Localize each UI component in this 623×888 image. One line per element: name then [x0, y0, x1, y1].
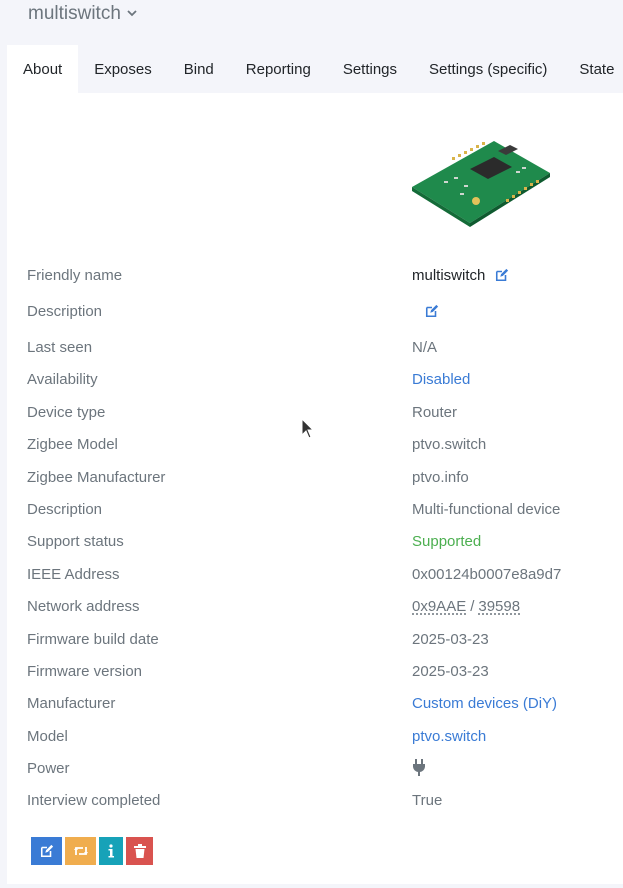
row-description: Description Multi-functional device [7, 497, 623, 521]
edit-icon [40, 844, 53, 858]
zigbee-model-label: Zigbee Model [27, 435, 118, 453]
row-power: Power [7, 756, 623, 780]
tab-exposes[interactable]: Exposes [78, 45, 168, 93]
zigbee-manufacturer-value: ptvo.info [412, 468, 469, 486]
device-selector[interactable]: multiswitch [28, 3, 137, 25]
device-image [412, 141, 550, 227]
tab-bar: About Exposes Bind Reporting Settings Se… [7, 45, 623, 93]
model-label: Model [27, 727, 68, 745]
row-friendly-name: Friendly name multiswitch [7, 263, 623, 287]
interview-completed-label: Interview completed [27, 791, 161, 809]
network-address-dec: 39598 [478, 597, 521, 615]
edit-icon[interactable] [495, 268, 509, 282]
manufacturer-link[interactable]: Custom devices (DiY) [412, 695, 557, 712]
row-availability: Availability Disabled [7, 367, 623, 391]
tab-bind[interactable]: Bind [168, 45, 230, 93]
last-seen-label: Last seen [27, 338, 93, 356]
reconfigure-button[interactable] [65, 837, 96, 865]
interview-completed-value: True [412, 791, 443, 809]
trash-icon [133, 844, 146, 858]
edit-icon[interactable] [425, 304, 439, 318]
chevron-down-icon [127, 8, 137, 20]
availability-link[interactable]: Disabled [412, 371, 470, 388]
row-interview-completed: Interview completed True [7, 788, 623, 812]
rename-button[interactable] [31, 837, 62, 865]
row-network-address: Network address 0x9AAE / 39598 [7, 594, 623, 618]
friendly-name-label: Friendly name [27, 266, 123, 284]
action-buttons [31, 837, 153, 865]
firmware-version-label: Firmware version [27, 662, 143, 680]
retweet-icon [73, 847, 88, 855]
ieee-address-label: IEEE Address [27, 565, 120, 583]
model-link[interactable]: ptvo.switch [412, 728, 486, 745]
description-label: Description [27, 302, 103, 320]
row-support-status: Support status Supported [7, 529, 623, 553]
support-status-link[interactable]: Supported [412, 533, 481, 550]
row-manufacturer: Manufacturer Custom devices (DiY) [7, 691, 623, 715]
manufacturer-label: Manufacturer [27, 694, 116, 712]
firmware-version-value: 2025-03-23 [412, 662, 489, 680]
tab-settings[interactable]: Settings [327, 45, 413, 93]
tab-about[interactable]: About [7, 45, 79, 93]
zigbee-manufacturer-label: Zigbee Manufacturer [27, 468, 166, 486]
row-last-seen: Last seen N/A [7, 335, 623, 359]
firmware-build-date-value: 2025-03-23 [412, 630, 489, 648]
device-type-label: Device type [27, 403, 106, 421]
device-type-value: Router [412, 403, 458, 421]
row-zigbee-manufacturer: Zigbee Manufacturer ptvo.info [7, 465, 623, 489]
row-zigbee-model: Zigbee Model ptvo.switch [7, 432, 623, 456]
zigbee-model-value: ptvo.switch [412, 435, 487, 453]
row-ieee-address: IEEE Address 0x00124b0007e8a9d7 [7, 562, 623, 586]
support-status-label: Support status [27, 532, 124, 550]
row-device-type: Device type Router [7, 400, 623, 424]
row-firmware-build-date: Firmware build date 2025-03-23 [7, 627, 623, 651]
power-label: Power [27, 759, 70, 777]
friendly-name-value: multiswitch [412, 266, 486, 284]
tab-reporting[interactable]: Reporting [230, 45, 327, 93]
mouse-cursor-icon [301, 418, 315, 439]
row-firmware-version: Firmware version 2025-03-23 [7, 659, 623, 683]
firmware-build-date-label: Firmware build date [27, 630, 159, 648]
tab-settings-specific[interactable]: Settings (specific) [413, 45, 563, 93]
info-icon [108, 844, 114, 858]
row-description-edit: Description [7, 299, 623, 323]
remove-button[interactable] [126, 837, 153, 865]
description-label: Description [27, 500, 103, 518]
network-address-hex: 0x9AAE [412, 597, 467, 615]
about-card: Friendly name multiswitch Description La… [7, 93, 623, 884]
network-address-separator: / [470, 597, 475, 615]
network-address-label: Network address [27, 597, 140, 615]
interview-button[interactable] [99, 837, 123, 865]
ieee-address-value: 0x00124b0007e8a9d7 [412, 565, 562, 583]
description-value: Multi-functional device [412, 500, 561, 518]
tab-state[interactable]: State [563, 45, 623, 93]
availability-label: Availability [27, 370, 98, 388]
last-seen-value: N/A [412, 338, 438, 356]
row-model: Model ptvo.switch [7, 724, 623, 748]
device-name: multiswitch [28, 3, 121, 24]
plug-icon [413, 759, 425, 776]
